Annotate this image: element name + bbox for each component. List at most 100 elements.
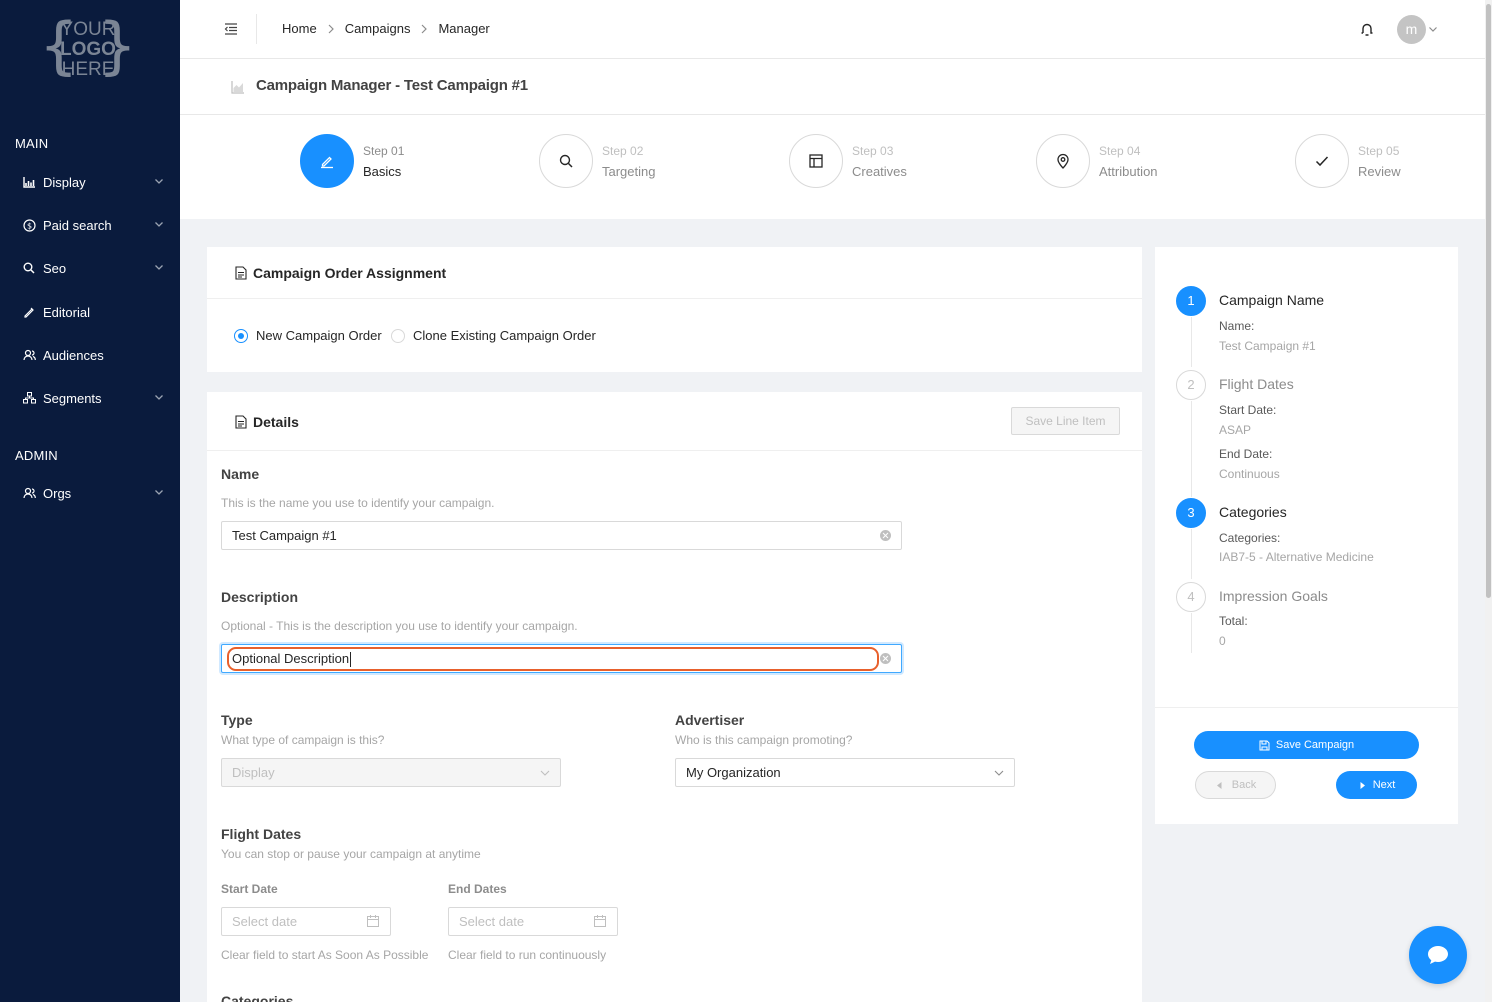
flight-dates-hint: You can stop or pause your campaign at a… [221, 847, 481, 861]
step-attribution[interactable]: Step 04 Attribution [1036, 134, 1216, 188]
calendar-icon [367, 915, 379, 927]
sidebar-item-editorial[interactable]: Editorial [0, 294, 180, 330]
radio-button[interactable] [391, 328, 405, 343]
back-button[interactable]: Back [1195, 771, 1276, 799]
scrollbar-thumb[interactable] [1486, 4, 1491, 598]
start-date-label: Start Date [221, 882, 278, 896]
top-header: Home Campaigns Manager m [180, 0, 1485, 59]
end-date-help: Clear field to run continuously [448, 948, 607, 962]
summary-badge: 3 [1176, 498, 1206, 528]
breadcrumb: Home Campaigns Manager [282, 21, 490, 36]
sidebar-item-audiences[interactable]: Audiences [0, 337, 180, 373]
radio-new-campaign-order[interactable]: New Campaign Order [234, 328, 382, 343]
type-select[interactable]: Display [221, 758, 561, 787]
campaign-summary-panel: 1 Campaign Name Name: Test Campaign #1 2… [1155, 247, 1458, 824]
clear-icon[interactable] [880, 530, 891, 541]
save-line-item-button[interactable]: Save Line Item [1011, 407, 1120, 435]
breadcrumb-campaigns[interactable]: Campaigns [345, 21, 411, 36]
page-title: Campaign Manager - Test Campaign #1 [256, 77, 528, 94]
advertiser-select[interactable]: My Organization [675, 758, 1015, 787]
advertiser-label: Advertiser [675, 712, 745, 728]
start-date-input[interactable]: Select date [221, 907, 391, 936]
users-icon [22, 348, 36, 362]
details-card: Details Save Line Item Name This is the … [207, 392, 1142, 1002]
pen-icon [22, 305, 36, 319]
chat-launcher-button[interactable] [1409, 926, 1467, 984]
step-creatives[interactable]: Step 03 Creatives [789, 134, 969, 188]
advertiser-hint: Who is this campaign promoting? [675, 733, 853, 747]
file-icon [235, 415, 247, 429]
end-date-input[interactable]: Select date [448, 907, 618, 936]
step-label: Creatives [852, 164, 907, 179]
sidebar-item-display[interactable]: Display [0, 164, 180, 200]
check-icon [1315, 156, 1329, 167]
summary-badge: 1 [1176, 286, 1206, 316]
area-chart-icon [231, 81, 244, 94]
sidebar-item-paid-search[interactable]: $ Paid search [0, 207, 180, 243]
sidebar-item-orgs[interactable]: Orgs [0, 475, 180, 511]
menu-fold-icon[interactable] [224, 22, 238, 36]
summary-connector [1191, 613, 1192, 653]
radio-button[interactable] [234, 328, 248, 343]
next-button[interactable]: Next [1336, 771, 1417, 799]
save-icon [1259, 740, 1270, 750]
start-date-help: Clear field to start As Soon As Possible [221, 948, 429, 962]
search-icon [559, 154, 573, 168]
header-divider [256, 14, 257, 44]
summary-connector [1191, 401, 1192, 497]
description-input[interactable]: Optional Description [221, 644, 902, 673]
caret-right-icon [1360, 781, 1365, 789]
name-hint: This is the name you use to identify you… [221, 496, 495, 510]
step-label: Attribution [1099, 164, 1158, 179]
save-campaign-button[interactable]: Save Campaign [1194, 731, 1419, 759]
clear-icon[interactable] [880, 653, 891, 664]
type-hint: What type of campaign is this? [221, 733, 385, 747]
edit-icon [321, 156, 333, 169]
step-basics[interactable]: Step 01 Basics [300, 134, 480, 188]
breadcrumb-manager: Manager [438, 21, 490, 36]
step-review[interactable]: Step 05 Review [1295, 134, 1475, 188]
breadcrumb-home[interactable]: Home [282, 21, 317, 36]
name-input[interactable]: Test Campaign #1 [221, 521, 902, 550]
text-cursor [350, 652, 352, 668]
users-icon [22, 486, 36, 500]
sidebar-item-seo[interactable]: Seo [0, 250, 180, 286]
chevron-down-icon[interactable] [1428, 24, 1438, 34]
logo-text-1: YOUR [60, 19, 116, 40]
summary-key: Start Date: [1219, 403, 1277, 417]
avatar[interactable]: m [1397, 15, 1426, 44]
sidebar-item-label: Segments [43, 390, 102, 406]
summary-value: ASAP [1219, 423, 1252, 437]
summary-title: Impression Goals [1219, 588, 1328, 604]
sidebar-item-label: Editorial [43, 304, 90, 320]
sidebar-section-main: MAIN [15, 136, 49, 151]
logo-text-2: LOGO [60, 39, 116, 60]
order-assignment-card: Campaign Order Assignment New Campaign O… [207, 247, 1142, 372]
summary-value: 0 [1219, 634, 1226, 648]
categories-label: Categories [221, 993, 294, 1002]
logo[interactable]: { } YOUR LOGO HERE [40, 12, 136, 82]
step-targeting[interactable]: Step 02 Targeting [539, 134, 719, 188]
page-scrollbar[interactable] [1485, 0, 1492, 1002]
summary-key: Name: [1219, 319, 1255, 333]
chat-bubble-icon [1428, 946, 1448, 964]
chevron-down-icon [155, 179, 163, 184]
bell-icon[interactable] [1360, 22, 1374, 37]
description-hint: Optional - This is the description you u… [221, 619, 578, 633]
step-circle [1295, 134, 1349, 188]
sidebar-item-label: Display [43, 174, 86, 190]
sidebar-section-admin: ADMIN [15, 448, 58, 463]
summary-value: Test Campaign #1 [1219, 339, 1316, 353]
logo-text-3: HERE [61, 59, 115, 80]
chevron-down-icon [540, 770, 550, 776]
chevron-down-icon [155, 395, 163, 400]
name-label: Name [221, 466, 260, 482]
step-number: Step 03 [852, 144, 894, 158]
chart-icon [22, 175, 36, 189]
search-icon [22, 261, 36, 275]
steps-bar: Step 01 Basics Step 02 Targeting Step 03… [180, 115, 1485, 219]
radio-clone-campaign-order[interactable]: Clone Existing Campaign Order [391, 328, 596, 343]
step-number: Step 04 [1099, 144, 1141, 158]
chevron-down-icon [155, 265, 163, 270]
sidebar-item-segments[interactable]: Segments [0, 380, 180, 416]
